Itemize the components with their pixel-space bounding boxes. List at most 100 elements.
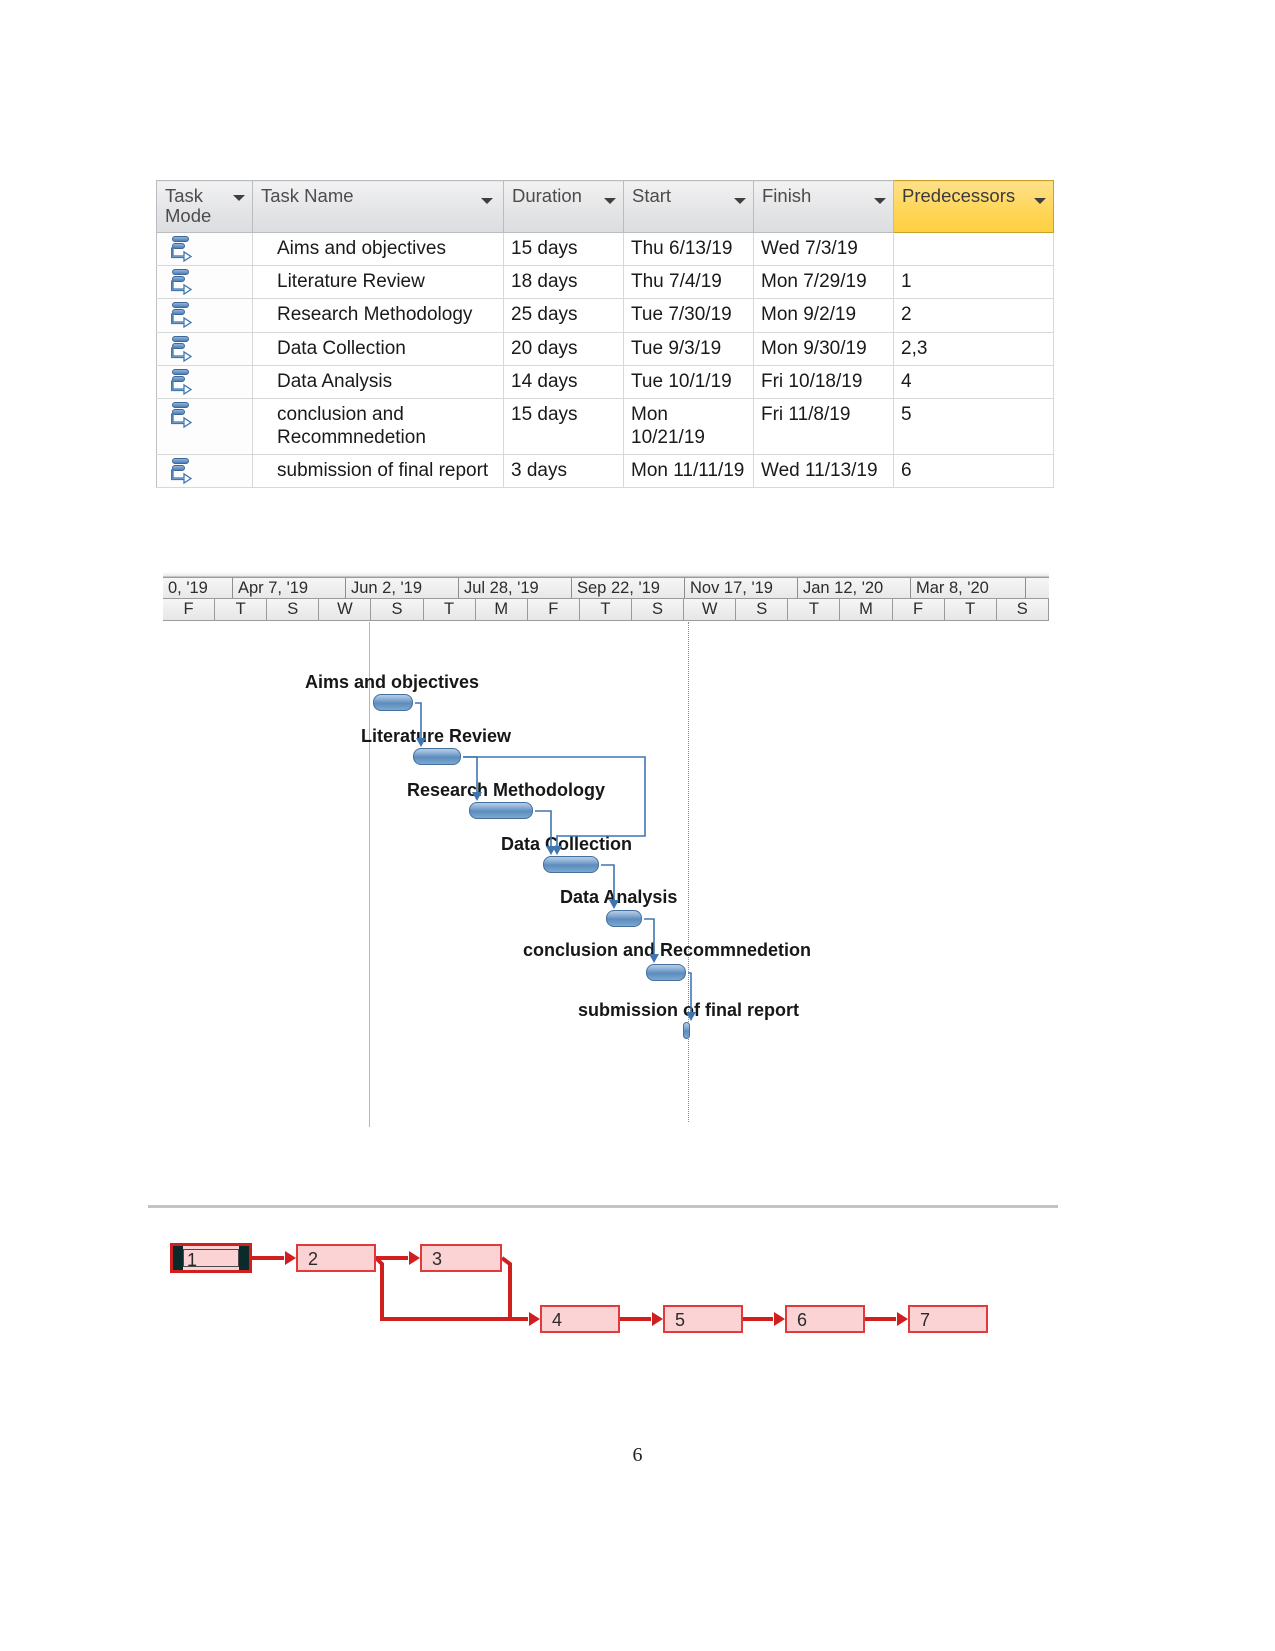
gantt-day-cell: S	[632, 599, 685, 620]
table-row[interactable]: Research Methodology 25 days Tue 7/30/19 Mo…	[156, 298, 1054, 333]
network-diagram: 1 2 3 4 5 6 7	[148, 1205, 1058, 1365]
filter-arrow-icon[interactable]	[233, 195, 245, 201]
task-table: Task Mode Task Name Duration Start Finis…	[156, 180, 1054, 489]
filter-arrow-icon[interactable]	[1034, 198, 1046, 204]
task-mode-cell[interactable]	[156, 298, 253, 333]
gantt-day-cell: T	[580, 599, 632, 620]
column-header-predecessors[interactable]: Predecessors	[893, 180, 1054, 233]
task-start-cell[interactable]: Mon 10/21/19	[623, 398, 754, 456]
gantt-day-cell: T	[215, 599, 268, 620]
network-node[interactable]: 2	[296, 1244, 376, 1272]
task-predecessors-cell[interactable]: 6	[893, 454, 1054, 489]
column-header-finish-label: Finish	[762, 185, 812, 206]
task-predecessors-cell[interactable]: 5	[893, 398, 1054, 456]
gantt-month-cell: 0, '19	[163, 578, 233, 598]
table-row[interactable]: Data Analysis 14 days Tue 10/1/19 Fri 10/18…	[156, 365, 1054, 399]
task-predecessors-cell[interactable]: 4	[893, 365, 1054, 399]
table-row[interactable]: submission of final report 3 days Mon 11/1…	[156, 454, 1054, 489]
task-mode-cell[interactable]	[156, 365, 253, 399]
task-name-cell[interactable]: Research Methodology	[252, 298, 504, 333]
gantt-day-cell: S	[736, 599, 789, 620]
gantt-timeline-months[interactable]: 0, '19 Apr 7, '19 Jun 2, '19 Jul 28, '19 Sep…	[163, 577, 1049, 599]
gantt-month-cell: Jan 12, '20	[798, 578, 911, 598]
task-name-cell[interactable]: Aims and objectives	[252, 232, 504, 267]
task-start-cell[interactable]: Thu 6/13/19	[623, 232, 754, 267]
network-node[interactable]: 4	[540, 1305, 620, 1333]
task-name-cell[interactable]: conclusion and Recommnedetion	[252, 398, 504, 456]
task-finish-cell[interactable]: Mon 9/2/19	[753, 298, 894, 333]
task-name-cell[interactable]: Literature Review	[252, 265, 504, 300]
gantt-day-cell: F	[163, 599, 216, 620]
task-duration-cell[interactable]: 25 days	[503, 298, 624, 333]
task-name-cell[interactable]: submission of final report	[252, 454, 504, 489]
task-mode-cell[interactable]	[156, 232, 253, 267]
auto-schedule-icon	[171, 302, 197, 329]
auto-schedule-icon	[171, 368, 197, 395]
column-header-task-mode[interactable]: Task Mode	[156, 180, 253, 233]
filter-arrow-icon[interactable]	[734, 198, 746, 204]
task-duration-cell[interactable]: 3 days	[503, 454, 624, 489]
gantt-day-cell: T	[788, 599, 841, 620]
column-header-task-name[interactable]: Task Name	[252, 180, 504, 233]
network-node[interactable]: 3	[420, 1244, 502, 1272]
task-finish-cell[interactable]: Fri 10/18/19	[753, 365, 894, 399]
column-header-predecessors-label: Predecessors	[902, 185, 1016, 206]
column-header-start-label: Start	[632, 185, 672, 206]
gantt-day-cell: M	[840, 599, 893, 620]
task-duration-cell[interactable]: 18 days	[503, 265, 624, 300]
task-start-cell[interactable]: Tue 10/1/19	[623, 365, 754, 399]
network-node[interactable]: 7	[908, 1305, 988, 1333]
task-duration-cell[interactable]: 15 days	[503, 398, 624, 456]
gantt-month-cell: Nov 17, '19	[685, 578, 798, 598]
gantt-timeline-days[interactable]: FTSWSTMFTSWSTMFTS	[163, 599, 1049, 621]
gantt-day-cell: M	[476, 599, 528, 620]
task-predecessors-cell[interactable]	[893, 232, 1054, 267]
auto-schedule-icon	[171, 269, 197, 296]
network-node-label: 1	[187, 1250, 198, 1270]
task-predecessors-cell[interactable]: 2	[893, 298, 1054, 333]
filter-arrow-icon[interactable]	[604, 198, 616, 204]
column-header-task-name-label: Task Name	[261, 185, 354, 206]
task-mode-cell[interactable]	[156, 454, 253, 489]
network-node[interactable]: 5	[663, 1305, 743, 1333]
task-start-cell[interactable]: Thu 7/4/19	[623, 265, 754, 300]
task-duration-cell[interactable]: 20 days	[503, 332, 624, 366]
task-name-cell[interactable]: Data Analysis	[252, 365, 504, 399]
gantt-day-cell: S	[997, 599, 1049, 620]
table-row[interactable]: Aims and objectives 15 days Thu 6/13/19 Wed…	[156, 232, 1054, 267]
task-name-cell[interactable]: Data Collection	[252, 332, 504, 366]
network-node[interactable]: 1	[170, 1243, 252, 1273]
column-header-finish[interactable]: Finish	[753, 180, 894, 233]
column-header-start[interactable]: Start	[623, 180, 754, 233]
task-finish-cell[interactable]: Fri 11/8/19	[753, 398, 894, 456]
gantt-day-cell: F	[528, 599, 580, 620]
gantt-day-cell: W	[319, 599, 372, 620]
gantt-plot-area[interactable]: Aims and objectives Literature Review Rese…	[163, 622, 1049, 1132]
column-header-duration[interactable]: Duration	[503, 180, 624, 233]
filter-arrow-icon[interactable]	[481, 198, 493, 204]
task-finish-cell[interactable]: Mon 9/30/19	[753, 332, 894, 366]
network-node[interactable]: 6	[785, 1305, 865, 1333]
filter-arrow-icon[interactable]	[874, 198, 886, 204]
task-mode-cell[interactable]	[156, 265, 253, 300]
task-start-cell[interactable]: Mon 11/11/19	[623, 454, 754, 489]
table-row[interactable]: Data Collection 20 days Tue 9/3/19 Mon 9/30…	[156, 332, 1054, 366]
task-finish-cell[interactable]: Wed 11/13/19	[753, 454, 894, 489]
task-predecessors-cell[interactable]: 2,3	[893, 332, 1054, 366]
table-row[interactable]: conclusion and Recommnedetion 15 days Mon …	[156, 398, 1054, 456]
task-start-cell[interactable]: Tue 9/3/19	[623, 332, 754, 366]
table-row[interactable]: Literature Review 18 days Thu 7/4/19 Mon 7/…	[156, 265, 1054, 300]
task-duration-cell[interactable]: 15 days	[503, 232, 624, 267]
gantt-chart: 0, '19 Apr 7, '19 Jun 2, '19 Jul 28, '19 Sep…	[163, 572, 1049, 1132]
gantt-dependency-links	[415, 702, 696, 1021]
task-predecessors-cell[interactable]: 1	[893, 265, 1054, 300]
task-duration-cell[interactable]: 14 days	[503, 365, 624, 399]
task-start-cell[interactable]: Tue 7/30/19	[623, 298, 754, 333]
task-finish-cell[interactable]: Wed 7/3/19	[753, 232, 894, 267]
task-mode-cell[interactable]	[156, 398, 253, 456]
gantt-day-cell: S	[371, 599, 424, 620]
gantt-day-cell: T	[424, 599, 476, 620]
task-finish-cell[interactable]: Mon 7/29/19	[753, 265, 894, 300]
gantt-day-cell: T	[945, 599, 997, 620]
task-mode-cell[interactable]	[156, 332, 253, 366]
